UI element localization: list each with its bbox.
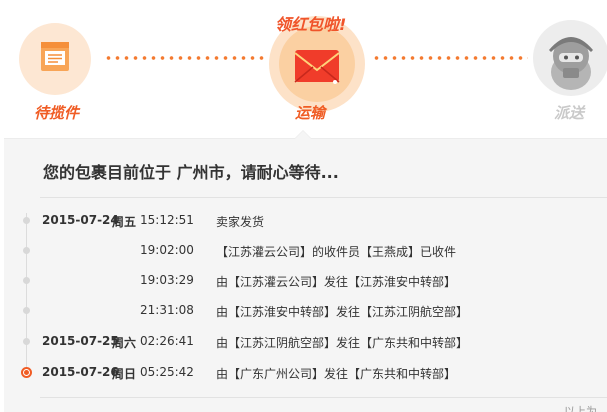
record-desc: 由【江苏淮安中转部】发往【江苏江阴航空部】 bbox=[216, 305, 469, 319]
progress-connector bbox=[372, 56, 528, 60]
divider bbox=[40, 397, 607, 398]
record-desc: 【江苏灌云公司】的收件员【王燕成】已收件 bbox=[216, 245, 457, 259]
record-date: 2015-07-26 bbox=[42, 365, 119, 379]
timeline-line bbox=[26, 213, 27, 371]
record-date: 2015-07-24 bbox=[42, 213, 119, 227]
package-icon bbox=[41, 42, 69, 71]
record-desc: 卖家发货 bbox=[216, 215, 265, 229]
step-label-delivery: 派送 bbox=[554, 104, 585, 122]
red-packet-banner[interactable]: 领红包啦! bbox=[275, 11, 346, 35]
divider bbox=[40, 197, 607, 198]
progress-connector bbox=[104, 56, 264, 60]
timeline-dot bbox=[23, 277, 30, 284]
record-time: 05:25:42 bbox=[140, 365, 194, 379]
tracking-panel: 您的包裹目前位于 广州市，请耐心等待... 2015-07-24 周五 15:1… bbox=[4, 130, 607, 412]
record-desc: 由【江苏江阴航空部】发往【广东共和中转部】 bbox=[216, 336, 469, 350]
record-time: 02:26:41 bbox=[140, 334, 194, 348]
record-desc: 由【江苏灌云公司】发往【江苏淮安中转部】 bbox=[216, 275, 457, 289]
record-date: 2015-07-25 bbox=[42, 334, 119, 348]
step-delivery bbox=[533, 20, 607, 96]
record-day: 周日 bbox=[112, 367, 137, 381]
record-time: 15:12:51 bbox=[140, 213, 194, 227]
record-desc: 由【广东广州公司】发往【广东共和中转部】 bbox=[216, 367, 457, 381]
timeline-dot bbox=[23, 338, 30, 345]
footer-note: 以上为 bbox=[564, 405, 597, 412]
courier-icon bbox=[549, 37, 593, 90]
timeline-dot bbox=[23, 217, 30, 224]
status-headline: 您的包裹目前位于 广州市，请耐心等待... bbox=[43, 163, 339, 182]
step-label-transit: 运输 bbox=[295, 104, 326, 122]
record-day: 周五 bbox=[112, 215, 137, 229]
record-time: 19:02:00 bbox=[140, 243, 194, 257]
timeline-dot-current bbox=[21, 367, 32, 378]
record-time: 19:03:29 bbox=[140, 273, 194, 287]
progress-steps: 领红包啦! 待揽件 运输 派送 bbox=[0, 0, 607, 135]
step-pickup bbox=[19, 23, 91, 95]
record-time: 21:31:08 bbox=[140, 303, 194, 317]
step-label-pickup: 待揽件 bbox=[34, 104, 80, 122]
timeline-dot bbox=[23, 307, 30, 314]
record-day: 周六 bbox=[112, 336, 137, 350]
timeline-dot bbox=[23, 247, 30, 254]
